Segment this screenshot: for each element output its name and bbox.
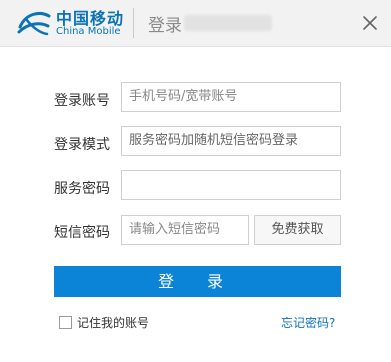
checkbox-box[interactable] [59,315,72,329]
header-divider [133,8,134,38]
get-sms-code-button[interactable]: 免费获取 [254,215,341,245]
login-button[interactable]: 登 录 [54,266,341,297]
china-mobile-logo-icon [17,12,51,36]
service-password-label: 服务密码 [54,181,110,197]
sms-password-label: 短信密码 [54,225,110,241]
login-mode-select[interactable]: 服务密码加随机短信密码登录 [121,126,341,156]
remember-account-checkbox[interactable]: 记住我的账号 [59,314,149,330]
brand-name-en: China Mobile [56,26,121,37]
title-redacted-blur [184,15,272,31]
close-icon[interactable] [362,15,378,31]
title-bar: 中国移动 China Mobile 登录 [0,0,391,47]
forgot-password-link[interactable]: 忘记密码? [281,314,335,331]
sms-password-input[interactable]: 请输入短信密码 [121,215,249,245]
account-input[interactable]: 手机号码/宽带账号 [121,82,341,112]
remember-account-label: 记住我的账号 [77,315,150,330]
window-title: 登录 [148,16,182,36]
login-mode-label: 登录模式 [54,137,110,153]
account-label: 登录账号 [54,93,110,109]
service-password-input[interactable] [121,170,341,200]
